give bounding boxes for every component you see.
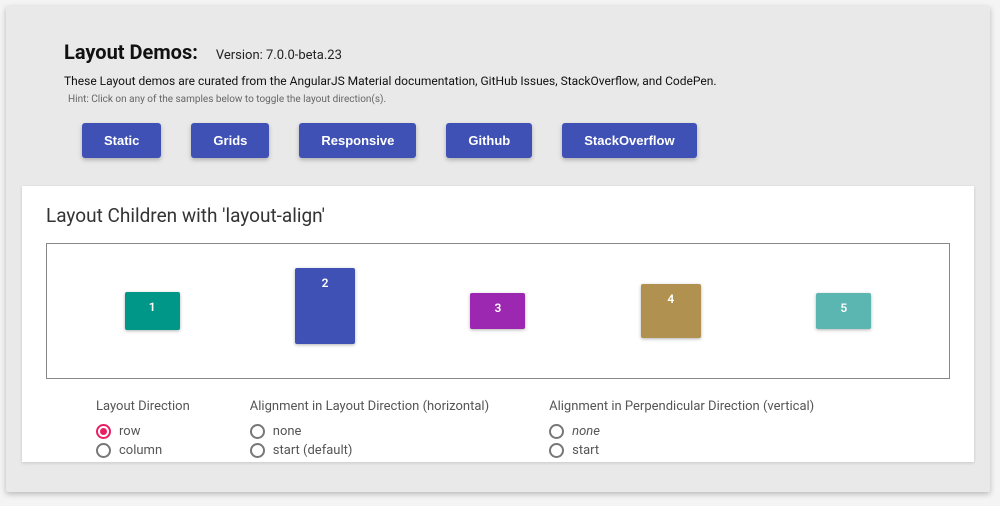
- static-button[interactable]: Static: [82, 123, 161, 158]
- radio-label: start (default): [273, 443, 353, 458]
- stackoverflow-button[interactable]: StackOverflow: [562, 123, 696, 158]
- direction-group-label: Layout Direction: [96, 399, 190, 414]
- demo-frame[interactable]: 1 2 3 4 5: [46, 243, 950, 379]
- main-axis-group-label: Alignment in Layout Direction (horizonta…: [250, 399, 489, 414]
- radio-main-none[interactable]: none: [250, 424, 489, 439]
- grids-button[interactable]: Grids: [191, 123, 269, 158]
- radio-icon: [96, 424, 111, 439]
- radio-icon: [549, 443, 564, 458]
- github-button[interactable]: Github: [446, 123, 532, 158]
- radio-label: row: [119, 424, 140, 439]
- demo-block-5[interactable]: 5: [816, 293, 871, 329]
- radio-label: column: [119, 443, 162, 458]
- page-title: Layout Demos:: [64, 40, 198, 64]
- version-label: Version: 7.0.0-beta.23: [216, 48, 342, 63]
- radio-icon: [549, 424, 564, 439]
- demo-block-2[interactable]: 2: [295, 268, 355, 344]
- responsive-button[interactable]: Responsive: [299, 123, 416, 158]
- demo-block-4[interactable]: 4: [641, 284, 701, 338]
- radio-icon: [96, 443, 111, 458]
- radio-label: none: [572, 424, 600, 439]
- radio-direction-row[interactable]: row: [96, 424, 190, 439]
- radio-cross-none[interactable]: none: [549, 424, 814, 439]
- radio-label: none: [273, 424, 302, 439]
- demo-block-1[interactable]: 1: [125, 292, 180, 330]
- page-subtitle: These Layout demos are curated from the …: [64, 74, 940, 88]
- radio-icon: [250, 424, 265, 439]
- radio-direction-column[interactable]: column: [96, 443, 190, 458]
- hint-text: Hint: Click on any of the samples below …: [68, 94, 940, 105]
- radio-label: start: [572, 443, 599, 458]
- radio-cross-start[interactable]: start: [549, 443, 814, 458]
- radio-main-start[interactable]: start (default): [250, 443, 489, 458]
- radio-icon: [250, 443, 265, 458]
- cross-axis-group-label: Alignment in Perpendicular Direction (ve…: [549, 399, 814, 414]
- demo-title: Layout Children with 'layout-align': [46, 204, 950, 227]
- demo-block-3[interactable]: 3: [470, 293, 525, 329]
